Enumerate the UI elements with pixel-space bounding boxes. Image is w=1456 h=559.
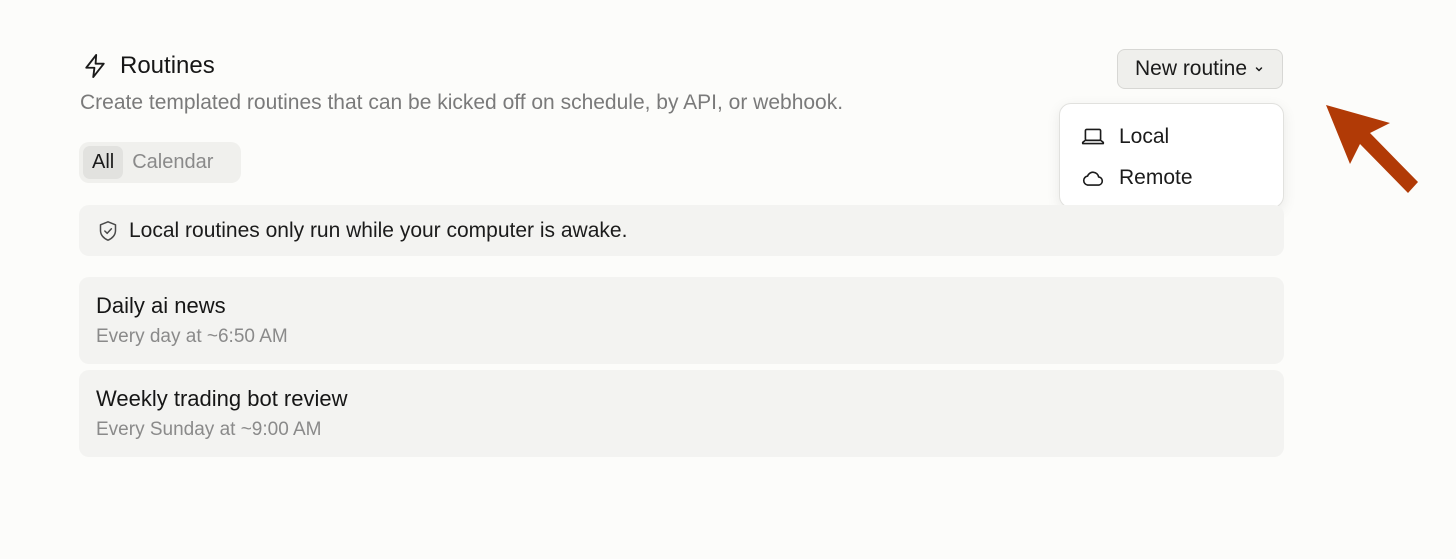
page-title: Routines <box>120 52 215 79</box>
routine-schedule: Every Sunday at ~9:00 AM <box>96 419 322 440</box>
cloud-icon <box>1080 165 1106 191</box>
menu-item-remote[interactable]: Remote <box>1060 157 1283 198</box>
new-routine-dropdown: Local Remote <box>1059 103 1284 208</box>
page-header: Routines <box>80 48 1284 84</box>
filter-tabs: All Calendar <box>79 142 241 183</box>
routine-name: Weekly trading bot review <box>96 386 348 411</box>
page-subtitle: Create templated routines that can be ki… <box>80 91 844 114</box>
routine-card-daily-ai-news[interactable]: Daily ai news Every day at ~6:50 AM <box>79 277 1284 364</box>
menu-item-local[interactable]: Local <box>1060 116 1283 157</box>
annotation-arrow-icon <box>1326 105 1418 193</box>
lightning-bolt-icon <box>80 51 110 81</box>
routine-name: Daily ai news <box>96 293 226 318</box>
chevron-down-icon <box>1253 63 1265 75</box>
tab-calendar[interactable]: Calendar <box>123 146 222 179</box>
menu-item-label: Local <box>1119 124 1170 148</box>
title-row: Routines <box>80 48 1284 84</box>
menu-item-label: Remote <box>1119 165 1193 189</box>
shield-check-icon <box>95 218 121 244</box>
notice-text: Local routines only run while your compu… <box>129 218 628 242</box>
laptop-icon <box>1080 124 1106 150</box>
routine-schedule: Every day at ~6:50 AM <box>96 326 288 347</box>
tab-all[interactable]: All <box>83 146 124 179</box>
routine-card-weekly-trading-bot-review[interactable]: Weekly trading bot review Every Sunday a… <box>79 370 1284 457</box>
routines-page: Routines Create templated routines that … <box>0 0 1456 559</box>
new-routine-label: New routine <box>1134 57 1248 80</box>
new-routine-button[interactable]: New routine <box>1117 49 1283 89</box>
info-notice: Local routines only run while your compu… <box>79 205 1284 256</box>
